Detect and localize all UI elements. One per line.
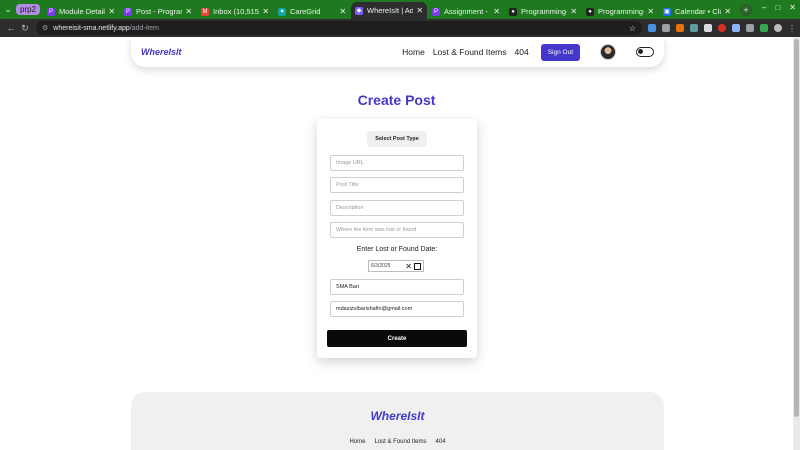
site-info-icon[interactable]: ⚙	[42, 24, 48, 32]
url-path: /add-item	[129, 24, 159, 32]
tab-title: Inbox (10,515)	[213, 7, 260, 16]
tab-favicon-icon: ●	[586, 7, 595, 16]
nav-link-404[interactable]: 404	[515, 47, 529, 57]
puzzle-icon[interactable]	[746, 24, 754, 32]
tab-favicon-icon: M	[201, 7, 210, 16]
tab-favicon-icon: ●	[509, 7, 518, 16]
browser-tab[interactable]: ●Programming-H✕	[582, 4, 658, 19]
create-button[interactable]: Create	[327, 330, 467, 347]
tab-title: CareGrid	[290, 7, 321, 16]
site-footer: WhereIsIt Home Lost & Found Items 404	[131, 392, 664, 450]
bookmark-star-icon[interactable]: ☆	[629, 24, 636, 33]
close-tab-icon[interactable]: ✕	[724, 7, 731, 16]
minimize-icon[interactable]: –	[762, 3, 766, 12]
site-logo[interactable]: WhereIsIt	[141, 47, 182, 57]
tab-title: Programming-H	[521, 7, 567, 16]
url-host: whereisit-sma.netlify.app	[53, 24, 130, 32]
description-input[interactable]: Description	[330, 200, 464, 216]
user-avatar[interactable]	[600, 44, 616, 60]
sign-out-button[interactable]: Sign Out	[540, 43, 580, 61]
browser-tab[interactable]: ▣Calendar • Clock✕	[659, 4, 735, 19]
close-tab-icon[interactable]: ✕	[493, 7, 500, 16]
scrollbar-thumb[interactable]	[794, 39, 799, 417]
tab-search-icon[interactable]: ⌄	[0, 0, 16, 19]
extension-icon[interactable]	[690, 24, 698, 32]
footer-link-lost-found[interactable]: Lost & Found Items	[374, 439, 426, 445]
page-scrollbar[interactable]	[793, 37, 800, 450]
image-url-input[interactable]: Image URL	[330, 155, 464, 171]
tab-favicon-icon: P	[124, 7, 133, 16]
tab-title: WhereIsIt | Add	[367, 6, 414, 15]
clear-date-icon[interactable]: ✕	[405, 261, 412, 272]
address-bar[interactable]: ⚙ whereisit-sma.netlify.app /add-item ☆	[36, 21, 642, 35]
tab-title: Post - Programm	[136, 7, 182, 16]
footer-link-home[interactable]: Home	[349, 439, 365, 445]
tab-group-chip[interactable]: prp2	[16, 4, 41, 15]
tab-favicon-icon: ◆	[355, 6, 364, 15]
extension-icon[interactable]	[662, 24, 670, 32]
browser-tab[interactable]: PAssignment - Pr✕	[428, 4, 504, 19]
browser-toolbar: ← ↻ ⚙ whereisit-sma.netlify.app /add-ite…	[0, 19, 800, 37]
calendar-icon[interactable]	[414, 263, 421, 270]
date-input[interactable]: 6/3/2025 ✕	[368, 260, 424, 272]
tab-favicon-icon: P	[432, 7, 441, 16]
browser-tab[interactable]: P Module Detail ✕	[43, 4, 119, 19]
email-input[interactable]: mdazizulbarishafin@gmail.com	[330, 301, 464, 317]
close-tab-icon[interactable]: ✕	[416, 6, 423, 15]
close-tab-icon[interactable]: ✕	[647, 7, 654, 16]
extension-icon[interactable]	[676, 24, 684, 32]
extension-icon[interactable]	[718, 24, 726, 32]
tab-favicon-icon: P	[47, 7, 56, 16]
nav-link-lost-found[interactable]: Lost & Found Items	[433, 47, 507, 57]
tab-title: Assignment - Pr	[444, 7, 490, 16]
tab-title: Calendar • Clock	[675, 7, 721, 16]
extension-icon[interactable]	[704, 24, 712, 32]
close-tab-icon[interactable]: ✕	[262, 7, 269, 16]
post-title-input[interactable]: Post Title	[330, 177, 464, 193]
date-label: Enter Lost or Found Date:	[356, 246, 438, 253]
close-tab-icon[interactable]: ✕	[339, 7, 346, 16]
name-input[interactable]: SMA Bari	[330, 279, 464, 295]
footer-link-404[interactable]: 404	[436, 439, 446, 445]
close-tab-icon[interactable]: ✕	[185, 7, 192, 16]
page-viewport: WhereIsIt Home Lost & Found Items 404 Si…	[0, 37, 800, 450]
extension-icon[interactable]	[648, 24, 656, 32]
browser-tab[interactable]: M Inbox (10,515) ✕	[197, 4, 273, 19]
browser-tab[interactable]: ♥ CareGrid ✕	[274, 4, 350, 19]
tab-title: Module Detail	[59, 7, 105, 16]
nav-link-home[interactable]: Home	[402, 47, 425, 57]
close-tab-icon[interactable]: ✕	[108, 7, 115, 16]
browser-menu-icon[interactable]: ⋮	[788, 24, 796, 33]
new-tab-icon[interactable]: +	[740, 3, 753, 16]
create-post-form: Select Post Type Image URL Post Title De…	[317, 119, 477, 358]
browser-tabstrip: ⌄ prp2 PModule Detail✕PPost - Programm✕M…	[0, 0, 800, 19]
close-tab-icon[interactable]: ✕	[570, 7, 577, 16]
maximize-icon[interactable]: □	[775, 3, 780, 12]
back-icon[interactable]: ←	[4, 23, 18, 33]
footer-logo[interactable]: WhereIsIt	[131, 409, 664, 423]
tab-title: Programming-H	[598, 7, 644, 16]
browser-tab[interactable]: ◆ WhereIsIt | Add ✕	[351, 2, 428, 19]
browser-tab[interactable]: PPost - Programm✕	[120, 4, 196, 19]
site-navbar: WhereIsIt Home Lost & Found Items 404 Si…	[131, 37, 664, 67]
location-input[interactable]: Where the item was lost or found	[330, 222, 464, 238]
tab-favicon-icon: ▣	[663, 7, 672, 16]
reload-icon[interactable]: ↻	[18, 23, 32, 34]
profile-icon[interactable]	[774, 24, 782, 32]
extension-icon[interactable]	[732, 24, 740, 32]
tab-favicon-icon: ♥	[278, 7, 287, 16]
select-post-type-button[interactable]: Select Post Type	[367, 131, 427, 147]
theme-toggle[interactable]	[636, 47, 654, 57]
page-title: Create Post	[357, 92, 436, 108]
date-value: 6/3/2025	[371, 263, 391, 269]
browser-tab[interactable]: ●Programming-H✕	[505, 4, 581, 19]
extension-icon[interactable]	[760, 24, 768, 32]
close-window-icon[interactable]: ✕	[789, 3, 796, 12]
